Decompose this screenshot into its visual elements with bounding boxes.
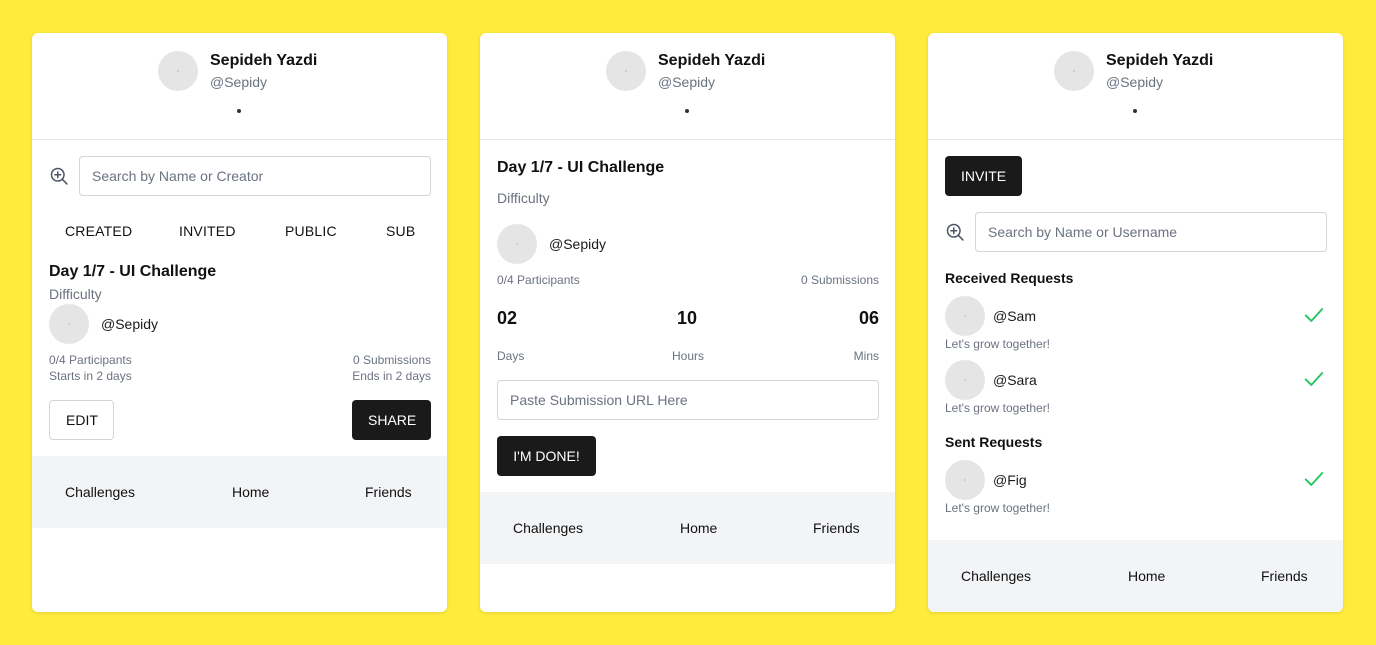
avatar xyxy=(606,51,646,91)
countdown-hours-label: Hours xyxy=(672,349,705,363)
avatar xyxy=(945,360,985,400)
submissions-count: 0 Submissions xyxy=(800,273,879,287)
profile-name: Sepideh Yazdi xyxy=(1106,52,1214,69)
share-button[interactable]: SHARE xyxy=(352,400,431,440)
profile-handle: @Sepidy xyxy=(1106,74,1164,90)
participants-count: 0/4 Participants xyxy=(49,353,132,367)
tab-created[interactable]: CREATED xyxy=(65,223,132,239)
bottom-nav: Challenges Home Friends xyxy=(480,492,895,564)
avatar xyxy=(945,460,985,500)
profile-header: Sepideh Yazdi @Sepidy xyxy=(32,33,447,140)
profile-header: Sepideh Yazdi @Sepidy xyxy=(480,33,895,140)
profile-name: Sepideh Yazdi xyxy=(658,52,766,69)
nav-home[interactable]: Home xyxy=(680,520,717,536)
request-handle[interactable]: @Sara xyxy=(993,372,1037,388)
nav-home[interactable]: Home xyxy=(1128,568,1165,584)
challenge-difficulty: Difficulty xyxy=(497,190,550,206)
request-message: Let's grow together! xyxy=(945,337,1051,351)
challenges-screen: Sepideh Yazdi @Sepidy CREATED INVITED PU… xyxy=(32,33,447,612)
search-input[interactable] xyxy=(975,212,1327,252)
dot-indicator xyxy=(237,109,241,113)
request-handle[interactable]: @Sam xyxy=(993,308,1036,324)
avatar xyxy=(49,304,89,344)
profile-name: Sepideh Yazdi xyxy=(210,52,318,69)
profile-header: Sepideh Yazdi @Sepidy xyxy=(928,33,1343,140)
creator-handle[interactable]: @Sepidy xyxy=(549,236,606,252)
nav-friends[interactable]: Friends xyxy=(1261,568,1308,584)
sent-requests-title: Sent Requests xyxy=(945,434,1043,450)
start-time: Starts in 2 days xyxy=(49,369,132,383)
nav-challenges[interactable]: Challenges xyxy=(961,568,1031,584)
request-message: Let's grow together! xyxy=(945,401,1051,415)
nav-challenges[interactable]: Challenges xyxy=(513,520,583,536)
countdown-days-value: 02 xyxy=(497,308,518,328)
dot-indicator xyxy=(685,109,689,113)
countdown-mins-value: 06 xyxy=(858,308,879,328)
nav-friends[interactable]: Friends xyxy=(365,484,412,500)
nav-challenges[interactable]: Challenges xyxy=(65,484,135,500)
bottom-nav: Challenges Home Friends xyxy=(928,540,1343,612)
countdown-mins-label: Mins xyxy=(853,349,879,363)
check-icon[interactable] xyxy=(1303,468,1325,490)
search-input[interactable] xyxy=(79,156,431,196)
profile-handle: @Sepidy xyxy=(658,74,716,90)
nav-home[interactable]: Home xyxy=(232,484,269,500)
tab-public[interactable]: PUBLIC xyxy=(285,223,337,239)
zoom-in-icon[interactable] xyxy=(945,222,965,242)
avatar xyxy=(158,51,198,91)
countdown-hours-value: 10 xyxy=(677,308,698,328)
bottom-nav: Challenges Home Friends xyxy=(32,456,447,528)
friends-screen: Sepideh Yazdi @Sepidy INVITE Received Re… xyxy=(928,33,1343,612)
avatar xyxy=(945,296,985,336)
challenge-difficulty: Difficulty xyxy=(49,286,102,302)
challenge-title[interactable]: Day 1/7 - UI Challenge xyxy=(49,263,216,281)
zoom-in-icon[interactable] xyxy=(49,166,69,186)
invite-button[interactable]: INVITE xyxy=(945,156,1022,196)
end-time: Ends in 2 days xyxy=(352,369,431,383)
avatar xyxy=(1054,51,1094,91)
challenge-title: Day 1/7 - UI Challenge xyxy=(497,159,665,176)
check-icon[interactable] xyxy=(1303,304,1325,326)
request-message: Let's grow together! xyxy=(945,501,1051,515)
received-requests-title: Received Requests xyxy=(945,270,1074,286)
edit-button[interactable]: EDIT xyxy=(49,400,114,440)
dot-indicator xyxy=(1133,109,1137,113)
tab-sub[interactable]: SUB xyxy=(386,223,415,239)
done-button[interactable]: I'M DONE! xyxy=(497,436,596,476)
countdown-days-label: Days xyxy=(497,349,525,363)
avatar xyxy=(497,224,537,264)
challenge-detail-screen: Sepideh Yazdi @Sepidy Day 1/7 - UI Chall… xyxy=(480,33,895,612)
request-handle[interactable]: @Fig xyxy=(993,472,1027,488)
nav-friends[interactable]: Friends xyxy=(813,520,860,536)
check-icon[interactable] xyxy=(1303,368,1325,390)
tab-invited[interactable]: INVITED xyxy=(179,223,236,239)
submissions-count: 0 Submissions xyxy=(352,353,431,367)
profile-handle: @Sepidy xyxy=(210,74,268,90)
submission-url-input[interactable] xyxy=(497,380,879,420)
creator-handle[interactable]: @Sepidy xyxy=(101,316,158,332)
participants-count: 0/4 Participants xyxy=(497,273,580,287)
